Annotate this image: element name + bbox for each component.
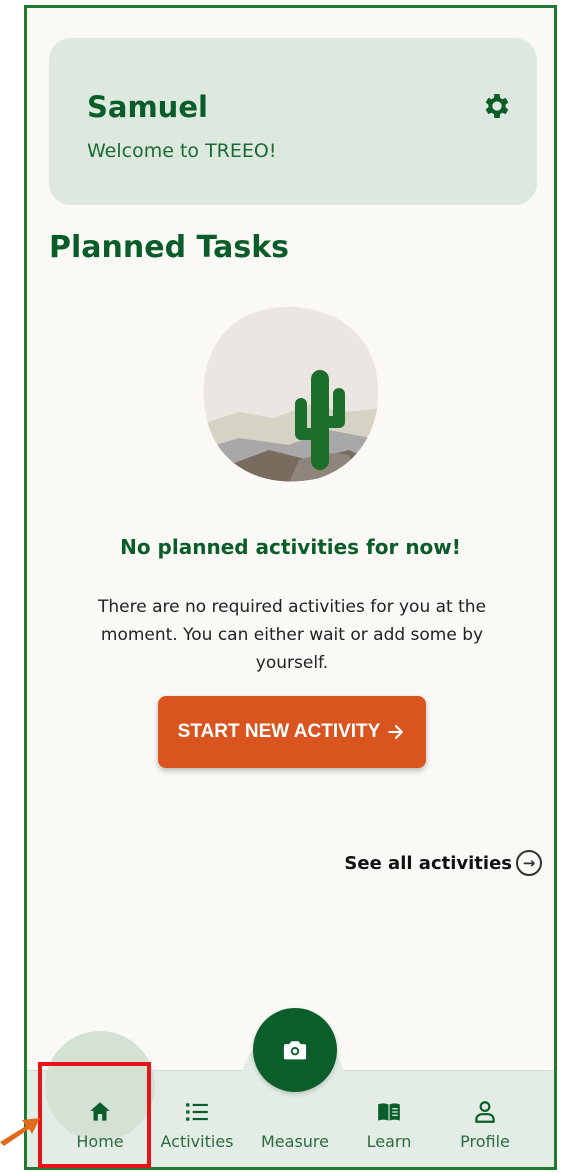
start-new-activity-button[interactable]: START NEW ACTIVITY: [158, 696, 426, 768]
pointer-arrow-icon: [0, 1118, 40, 1146]
welcome-text: Welcome to TREEO!: [87, 140, 277, 162]
measure-camera-button[interactable]: [253, 1008, 337, 1092]
welcome-card: Samuel Welcome to TREEO!: [49, 38, 537, 205]
arrow-right-icon: [388, 725, 404, 739]
arrow-circle-right-icon: →: [516, 850, 542, 876]
empty-state-title: No planned activities for now!: [120, 535, 461, 559]
home-highlight-box: [38, 1062, 151, 1168]
nav-label-profile: Profile: [460, 1132, 510, 1151]
nav-label-learn: Learn: [366, 1132, 412, 1151]
nav-item-profile[interactable]: Profile: [435, 1071, 535, 1167]
empty-state-description: There are no required activities for you…: [97, 597, 487, 673]
nav-item-learn[interactable]: Learn: [339, 1071, 439, 1167]
book-icon: [374, 1098, 404, 1126]
nav-label-measure: Measure: [261, 1132, 329, 1151]
planned-tasks-title: Planned Tasks: [49, 230, 289, 265]
user-name: Samuel: [87, 90, 208, 124]
nav-label-activities: Activities: [160, 1132, 234, 1151]
gear-icon[interactable]: [481, 90, 513, 122]
person-icon: [472, 1098, 498, 1126]
start-button-label: START NEW ACTIVITY: [177, 721, 381, 742]
camera-icon: [283, 1041, 307, 1060]
list-icon: [183, 1098, 211, 1126]
see-all-label: See all activities: [344, 852, 512, 874]
app-screen: Samuel Welcome to TREEO! Planned Tasks N…: [24, 5, 557, 1170]
see-all-activities-link[interactable]: See all activities →: [344, 850, 542, 876]
cactus-illustration: [203, 306, 379, 482]
nav-item-activities[interactable]: Activities: [147, 1071, 247, 1167]
